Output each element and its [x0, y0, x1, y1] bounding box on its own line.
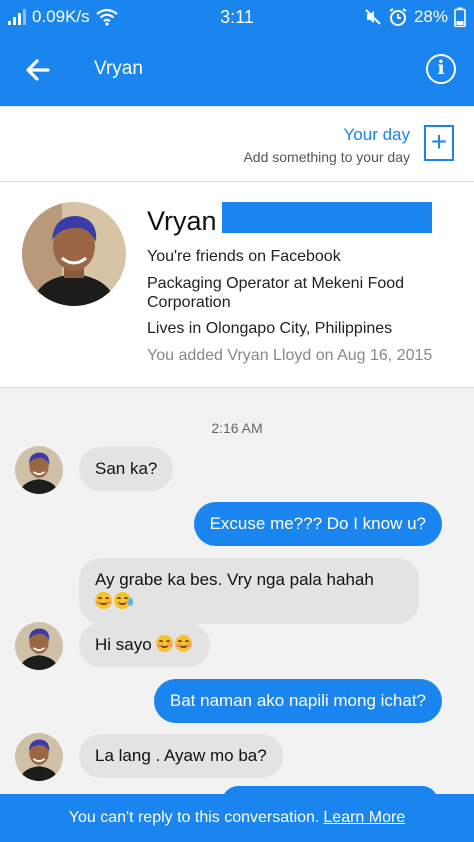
battery-level: 28% [413, 7, 448, 26]
battery-icon [454, 7, 466, 27]
message-bubble-incoming[interactable]: San ka? [79, 447, 174, 491]
profile-avatar[interactable] [22, 202, 126, 306]
sender-avatar[interactable] [15, 622, 63, 670]
wifi-icon [95, 8, 118, 26]
sender-avatar[interactable] [15, 446, 63, 494]
message-bubble-outgoing[interactable]: Excuse me??? Do I know u? [193, 502, 442, 546]
profile-header: Vryan You're friends on Facebook Packagi… [0, 182, 474, 388]
smiling-face-icon [156, 635, 174, 652]
cannot-reply-banner: You can't reply to this conversation. Lea… [0, 794, 474, 842]
friends-status: You're friends on Facebook [147, 248, 341, 265]
profile-added-date: You added Vryan Lloyd on Aug 16, 2015 [147, 347, 433, 364]
conversation-title: Vryan [94, 58, 143, 79]
redaction-box [222, 202, 432, 233]
smiling-face-icon [95, 592, 112, 609]
network-speed: 0.09K/s [32, 7, 90, 26]
profile-work: Packaging Operator at Mekeni Food Corpor… [147, 275, 405, 311]
message-bubble-incoming[interactable]: La lang . Ayaw mo ba? [79, 734, 283, 778]
your-day-subtitle: Add something to your day [243, 149, 410, 165]
message-bubble-outgoing[interactable]: Bat naman ako napili mong ichat? [153, 679, 442, 723]
info-icon[interactable]: i [426, 54, 456, 84]
add-to-day-button[interactable]: + [424, 125, 454, 161]
message-list[interactable]: 2:16 AM San ka? Excuse me??? Do I know u… [0, 388, 474, 794]
back-arrow-icon[interactable] [20, 52, 56, 88]
mute-icon [365, 9, 381, 25]
alarm-icon [389, 8, 407, 26]
signal-icon [8, 9, 26, 25]
app-bar: Vryan i [0, 34, 474, 106]
message-text: Hi sayo [95, 635, 152, 654]
sender-avatar[interactable] [15, 733, 63, 781]
tears-of-joy-icon [114, 592, 133, 609]
status-bar: 0.09K/s 3:11 28% [0, 0, 474, 34]
message-text: Ay grabe ka bes. Vry nga pala hahah [95, 570, 374, 589]
message-bubble-incoming[interactable]: Ay grabe ka bes. Vry nga pala hahah [79, 558, 419, 624]
learn-more-link[interactable]: Learn More [323, 809, 405, 826]
message-bubble-incoming[interactable]: Hi sayo [79, 623, 211, 667]
message-timestamp: 2:16 AM [211, 420, 263, 436]
cannot-reply-text: You can't reply to this conversation. [68, 809, 320, 826]
your-day-title[interactable]: Your day [344, 125, 410, 145]
smiling-face-icon [175, 635, 193, 652]
profile-name: Vryan [147, 206, 217, 236]
profile-location: Lives in Olongapo City, Philippines [147, 320, 393, 337]
your-day-section[interactable]: Your day Add something to your day + [0, 106, 474, 182]
